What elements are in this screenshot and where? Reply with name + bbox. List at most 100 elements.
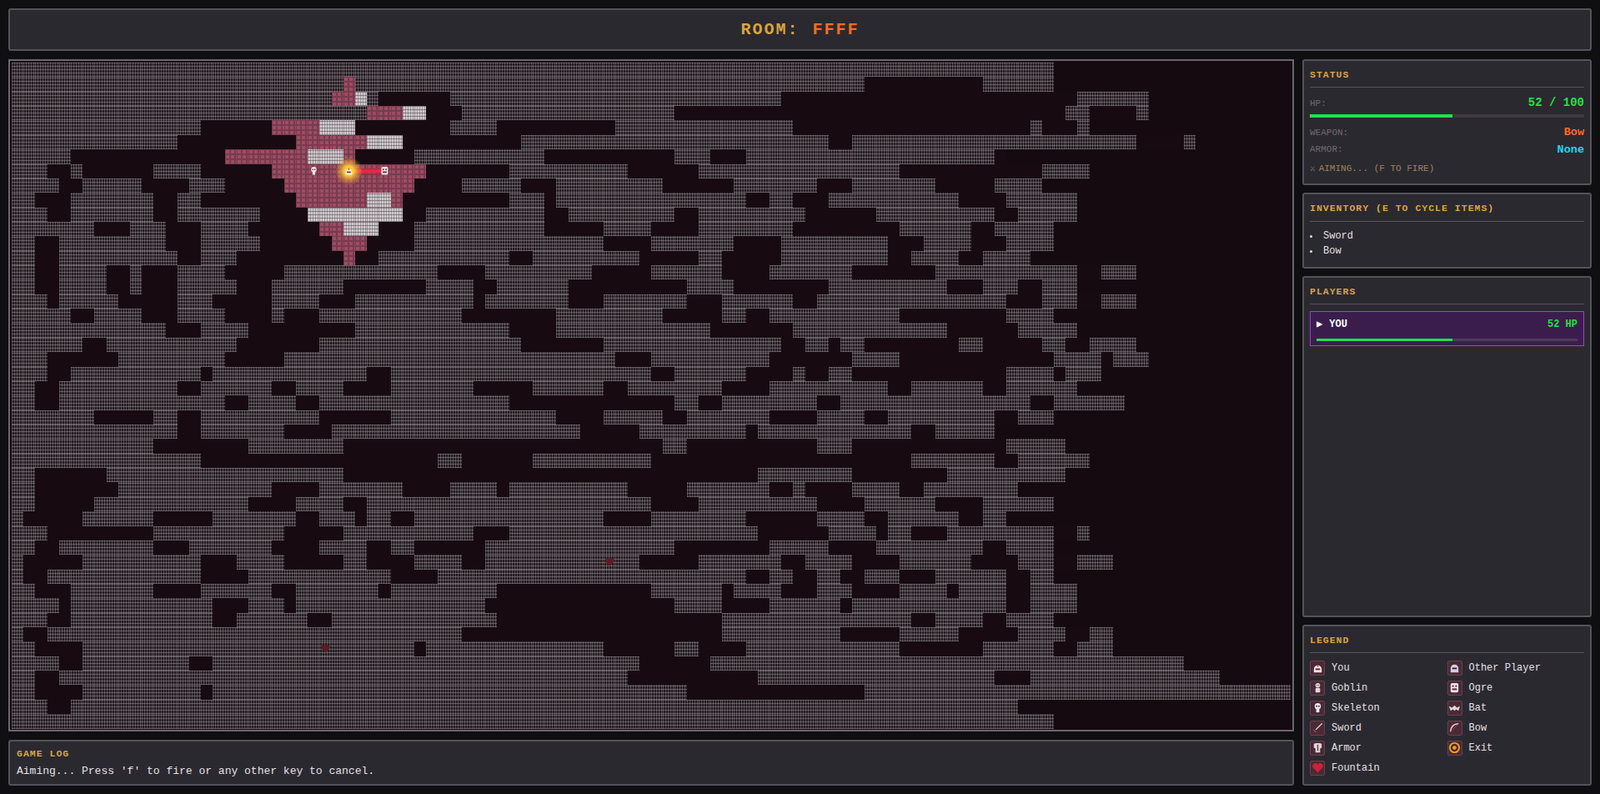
wall-tile [923, 149, 936, 164]
wall-tile [935, 294, 948, 309]
wall-tile [473, 62, 486, 77]
floor-tile [236, 164, 249, 179]
floor-tile [852, 221, 864, 236]
floor-tile [426, 120, 438, 135]
floor-tile [271, 250, 284, 266]
wall-tile [414, 149, 427, 164]
floor-tile [710, 149, 723, 164]
wall-tile [746, 221, 758, 236]
floor-tile [983, 91, 995, 106]
floor-tile [391, 91, 403, 106]
wall-tile [1065, 207, 1078, 222]
wall-tile [11, 279, 24, 294]
floor-tile [828, 351, 841, 367]
wall-tile [450, 120, 462, 135]
lit-wall-tile [378, 192, 391, 207]
floor-tile [591, 337, 604, 352]
floor-tile [414, 135, 427, 150]
wall-tile [307, 265, 320, 280]
floor-tile [437, 120, 450, 135]
wall-tile [402, 322, 415, 337]
wall-tile [852, 279, 864, 294]
wall-tile [35, 120, 47, 135]
floor-tile [971, 76, 984, 91]
floor-tile [971, 308, 984, 323]
floor-tile [437, 192, 450, 207]
wall-tile [923, 178, 936, 193]
wall-tile [59, 62, 71, 77]
wall-tile [485, 91, 497, 106]
lit-wall-tile [319, 207, 332, 222]
lit-floor-tile [343, 250, 356, 266]
floor-tile [923, 164, 936, 179]
wall-tile [23, 62, 36, 77]
wall-tile [580, 366, 592, 382]
wall-tile [828, 322, 841, 337]
floor-tile [876, 221, 888, 236]
floor-tile [248, 337, 261, 352]
floor-tile [911, 164, 923, 179]
wall-tile [485, 366, 497, 382]
wall-tile [271, 105, 284, 121]
wall-tile [118, 308, 131, 323]
floor-tile [473, 308, 486, 323]
map-row [11, 192, 1291, 207]
dungeon-map[interactable] [11, 62, 1291, 728]
floor-tile [509, 120, 522, 135]
wall-tile [200, 76, 213, 91]
floor-tile [971, 164, 984, 179]
wall-tile [556, 294, 568, 309]
wall-tile [544, 366, 557, 382]
wall-tile [1053, 294, 1066, 309]
wall-tile [698, 337, 711, 352]
wall-tile [11, 178, 24, 193]
wall-tile [82, 135, 95, 150]
floor-tile [260, 178, 272, 193]
floor-tile [923, 337, 936, 352]
wall-tile [935, 149, 948, 164]
wall-tile [94, 207, 106, 222]
floor-tile [426, 178, 438, 193]
wall-tile [710, 76, 723, 91]
wall-tile [82, 250, 95, 266]
wall-tile [733, 91, 746, 106]
wall-tile [781, 235, 793, 251]
floor-tile [556, 120, 568, 135]
floor-tile [165, 322, 178, 337]
wall-tile [580, 105, 592, 121]
wall-tile [698, 149, 711, 164]
wall-tile [769, 149, 782, 164]
wall-tile [947, 235, 959, 251]
floor-tile [971, 250, 984, 266]
wall-tile [414, 351, 427, 367]
wall-tile [225, 250, 237, 266]
wall-tile [177, 279, 190, 294]
wall-tile [59, 120, 71, 135]
room-code: FFFF [812, 17, 860, 43]
floor-tile [319, 250, 332, 266]
wall-tile [840, 308, 853, 323]
wall-tile [722, 76, 734, 91]
wall-tile [1030, 178, 1043, 193]
lit-wall-tile [319, 149, 332, 164]
lit-wall-tile [319, 120, 332, 135]
floor-tile [426, 192, 438, 207]
wall-tile [473, 322, 486, 337]
wall-tile [1101, 91, 1114, 106]
wall-tile [1042, 294, 1054, 309]
wall-tile [615, 164, 627, 179]
wall-tile [757, 337, 770, 352]
floor-tile [485, 164, 497, 179]
wall-tile [35, 105, 47, 121]
wall-tile [47, 105, 60, 121]
floor-tile [1136, 135, 1149, 150]
floor-tile [450, 105, 462, 121]
wall-tile [817, 235, 829, 251]
wall-tile [733, 294, 746, 309]
wall-tile [639, 76, 652, 91]
floor-tile [935, 351, 948, 367]
wall-tile [189, 192, 201, 207]
wall-tile [1030, 235, 1043, 251]
floor-tile [722, 149, 734, 164]
wall-tile [662, 207, 675, 222]
